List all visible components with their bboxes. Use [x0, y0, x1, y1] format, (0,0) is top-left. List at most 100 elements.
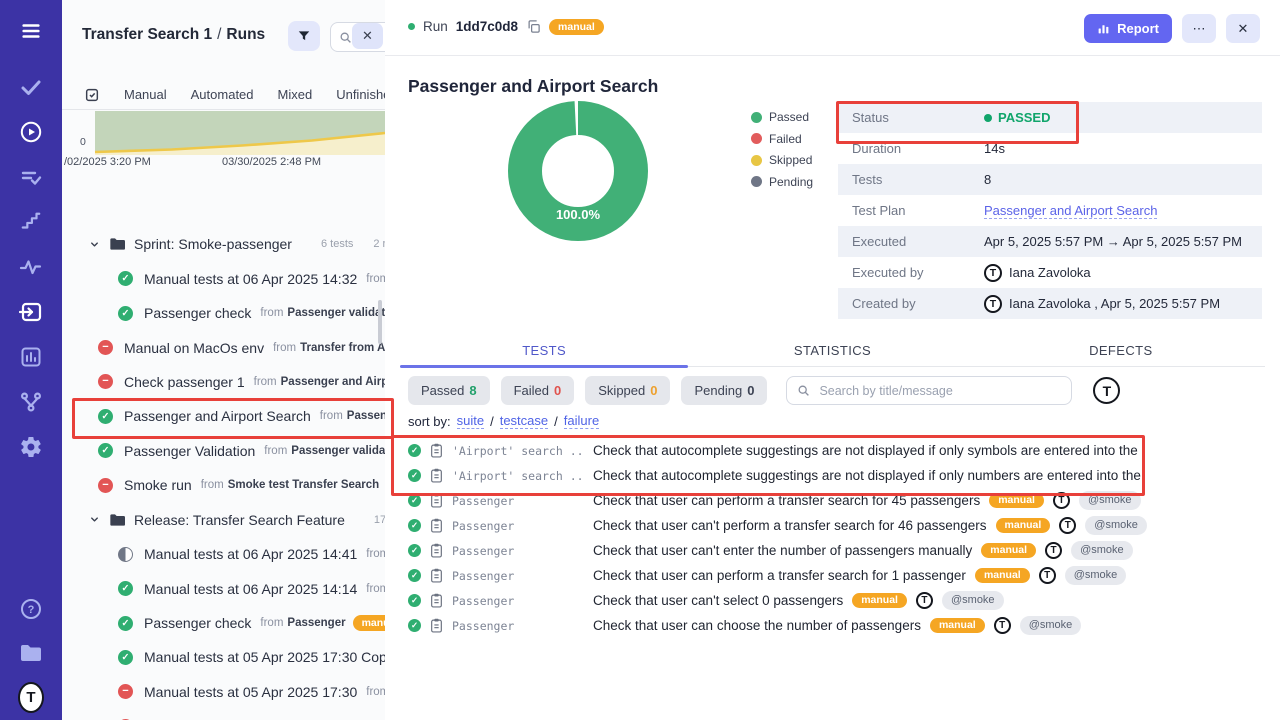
details-value: 8 — [984, 172, 991, 187]
sidebar-item-bar-chart[interactable] — [18, 344, 44, 370]
sidebar-item-sign-in[interactable] — [18, 299, 44, 325]
tree-folder-row[interactable]: Release: Transfer Search Feature17 tests… — [62, 503, 385, 537]
sidebar-item-check[interactable] — [18, 74, 44, 100]
scrollbar-thumb[interactable] — [378, 300, 382, 344]
sidebar-item-activity[interactable] — [18, 254, 44, 280]
assignee-filter-button[interactable]: T — [1093, 377, 1120, 404]
tree-run-row[interactable]: Manual tests at 05 Apr 2025 17:30fromTra… — [62, 675, 385, 709]
chip-passed[interactable]: Passed8 — [408, 376, 490, 405]
sort-by-testcase[interactable]: testcase — [500, 413, 548, 429]
legend-label: Failed — [769, 132, 802, 146]
pending-icon — [118, 547, 133, 562]
topbar-actions: Report ⋯ ✕ — [1084, 14, 1260, 43]
sort-by-failure[interactable]: failure — [564, 413, 599, 429]
tree-run-row[interactable]: Manual tests at 06 Apr 2025 14:32fromPas… — [62, 261, 385, 295]
ellipsis-icon: ⋯ — [1193, 21, 1206, 37]
tree-run-row[interactable]: Manual on MacOs envfromTransfer from Aip… — [62, 330, 385, 364]
details-label: Status — [838, 110, 984, 125]
sidebar-item-help[interactable]: ? — [18, 596, 44, 622]
sidebar-item-menu[interactable] — [18, 18, 44, 44]
details-row-executed-by: Executed byTIana Zavoloka — [838, 257, 1262, 288]
clear-search-button[interactable]: ✕ — [352, 23, 383, 49]
runs-tab-mixed[interactable]: Mixed — [278, 87, 313, 102]
more-button[interactable]: ⋯ — [1182, 14, 1216, 43]
tests-search-input[interactable] — [817, 383, 1061, 399]
chip-skipped[interactable]: Skipped0 — [585, 376, 670, 405]
report-button[interactable]: Report — [1084, 14, 1172, 43]
details-label: Executed — [838, 234, 984, 249]
chip-label: Failed — [514, 383, 549, 398]
sidebar-item-folder-nav[interactable] — [18, 640, 44, 666]
legend-label: Skipped — [769, 153, 812, 167]
tree-run-row[interactable]: Manual tests at 06 Apr 2025 14:14fromPas… — [62, 571, 385, 605]
tree-run-row[interactable]: Passenger checkfromPassenger validationm… — [62, 296, 385, 330]
breadcrumb-project[interactable]: Transfer Search 1 — [82, 26, 212, 43]
tree-run-row[interactable]: Manual tests at 30 Mar 2025 14:48from — [62, 709, 385, 720]
test-row[interactable]: 'Airport' search ...Check that autocompl… — [408, 438, 1272, 463]
test-title: Check that user can perform a transfer s… — [593, 568, 966, 583]
test-row[interactable]: PassengerCheck that user can perform a t… — [408, 563, 1272, 588]
test-row[interactable]: PassengerCheck that user can't enter the… — [408, 538, 1272, 563]
chip-count: 0 — [554, 383, 561, 398]
test-plan-link[interactable]: Passenger and Airport Search — [984, 203, 1157, 219]
report-button-label: Report — [1117, 21, 1159, 36]
passed-icon — [408, 519, 421, 532]
tree-run-row[interactable]: Passenger ValidationfromPassenger valida… — [62, 434, 385, 468]
clipboard-icon — [430, 468, 443, 483]
chip-label: Skipped — [598, 383, 645, 398]
copy-button[interactable] — [526, 19, 541, 34]
test-row[interactable]: 'Airport' search ...Check that autocompl… — [408, 463, 1272, 488]
tests-search[interactable] — [786, 376, 1072, 405]
tab-statistics[interactable]: STATISTICS — [688, 338, 976, 366]
tree-folder-row[interactable]: Sprint: Smoke-passenger6 tests2 runs — [62, 227, 385, 261]
runs-tab-unfinished[interactable]: Unfinished — [336, 87, 385, 102]
run-from-target: Smoke test Transfer Search — [228, 479, 380, 491]
manual-badge: manual — [975, 568, 1030, 584]
funnel-icon — [297, 29, 311, 43]
sidebar-item-list-check[interactable] — [18, 164, 44, 190]
tab-defects[interactable]: DEFECTS — [977, 338, 1265, 366]
breadcrumb-page: Runs — [226, 26, 265, 43]
sidebar-item-steps[interactable] — [18, 209, 44, 235]
run-title: Smoke run — [124, 477, 192, 493]
sidebar-item-testomat-logo[interactable]: T — [18, 684, 44, 710]
filter-button[interactable] — [288, 21, 320, 51]
runs-tab-automated[interactable]: Automated — [191, 87, 254, 102]
folder-count: 6 tests — [321, 238, 353, 250]
sidebar-item-play-circle[interactable] — [18, 119, 44, 145]
sort-by-suite[interactable]: suite — [457, 413, 484, 429]
test-row[interactable]: PassengerCheck that user can perform a t… — [408, 488, 1272, 513]
close-run-button[interactable]: ✕ — [1226, 14, 1260, 43]
clipboard-icon — [430, 593, 443, 608]
passed-icon — [118, 616, 133, 631]
runs-tab-manual[interactable]: Manual — [124, 87, 167, 102]
folder-count: 2 runs — [373, 238, 385, 250]
tree-run-row[interactable]: Check passenger 1fromPassenger and Airpo… — [62, 365, 385, 399]
sidebar: ?T — [0, 0, 62, 720]
tab-tests[interactable]: TESTS — [400, 338, 688, 366]
sidebar-item-gear[interactable] — [18, 434, 44, 460]
tag-badge: @smoke — [1079, 491, 1141, 509]
test-suite: Passenger — [452, 494, 584, 508]
sort-label: sort by: — [408, 414, 451, 429]
chip-failed[interactable]: Failed 0 — [501, 376, 575, 405]
clipboard-icon — [430, 443, 443, 458]
sidebar-item-branch[interactable] — [18, 389, 44, 415]
tree-run-row[interactable]: Manual tests at 06 Apr 2025 14:41fromTra… — [62, 537, 385, 571]
folder-title: Release: Transfer Search Feature — [134, 512, 345, 528]
test-row[interactable]: PassengerCheck that user can't perform a… — [408, 513, 1272, 538]
select-runs-icon[interactable] — [84, 87, 100, 103]
run-from: fromPassenger validation — [260, 307, 385, 319]
tree-run-row[interactable]: Smoke runfromSmoke test Transfer Searchm… — [62, 468, 385, 502]
tree-run-row[interactable]: Manual tests at 05 Apr 2025 17:30 Copyfr… — [62, 640, 385, 674]
sort-separator: / — [490, 414, 494, 429]
chip-pending[interactable]: Pending0 — [681, 376, 767, 405]
app-root: ?T Transfer Search 1/Runs ✕ ManualAutoma… — [0, 0, 1280, 720]
close-icon: ✕ — [1238, 21, 1249, 37]
tree-run-row[interactable]: Passenger checkfromPassengermanual6 — [62, 606, 385, 640]
test-row[interactable]: PassengerCheck that user can't select 0 … — [408, 588, 1272, 613]
test-row[interactable]: PassengerCheck that user can choose the … — [408, 613, 1272, 638]
legend-dot-icon — [751, 133, 762, 144]
run-details-panel: Run 1dd7c0d8 manual Report ⋯ ✕ Passenger… — [385, 0, 1280, 720]
tree-run-row[interactable]: Passenger and Airport SearchfromPassenge… — [62, 399, 385, 433]
